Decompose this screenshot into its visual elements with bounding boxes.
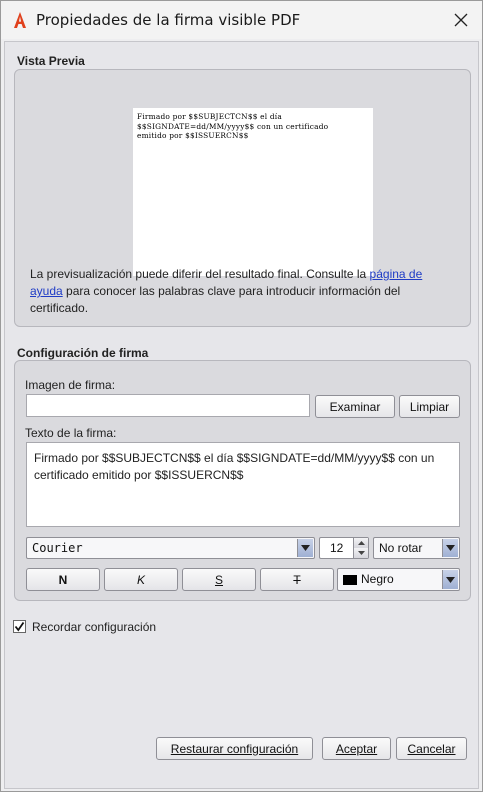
font-select-value: Courier: [32, 541, 83, 555]
spinner-down-icon[interactable]: [353, 548, 368, 558]
preview-line: $$SIGNDATE=dd/MM/yyyy$$ con un certifica…: [137, 121, 329, 131]
restore-button[interactable]: Restaurar configuración: [156, 737, 313, 760]
chevron-down-icon: [297, 539, 313, 557]
config-section-title: Configuración de firma: [17, 346, 149, 360]
color-select[interactable]: Negro: [337, 568, 460, 591]
remember-checkbox[interactable]: [13, 620, 26, 633]
font-size-value: 12: [330, 541, 344, 555]
restore-button-label: Restaurar configuración: [170, 741, 299, 756]
dialog-content: Vista Previa Firmado por $$SUBJECTCN$$ e…: [4, 41, 479, 789]
remember-label: Recordar configuración: [32, 620, 157, 634]
image-path-input[interactable]: [26, 394, 310, 417]
info-text-end: para conocer las palabras clave para int…: [30, 284, 401, 315]
signature-text-label: Texto de la firma:: [25, 426, 117, 440]
rotation-select[interactable]: No rotar: [373, 537, 460, 559]
rotation-select-value: No rotar: [379, 541, 423, 555]
accept-button-label: Aceptar: [335, 741, 378, 756]
preview-line: emitido por $$ISSUERCN$$: [137, 131, 249, 140]
preview-info-text: La previsualización puede diferir del re…: [30, 266, 450, 317]
italic-button[interactable]: K: [104, 568, 178, 591]
window-title: Propiedades de la firma visible PDF: [36, 11, 301, 29]
clear-button[interactable]: Limpiar: [399, 395, 460, 418]
acrobat-icon: [14, 12, 26, 28]
signature-text-area[interactable]: Firmado por $$SUBJECTCN$$ el día $$SIGND…: [26, 442, 460, 527]
color-swatch: [343, 575, 357, 585]
preview-line: Firmado por $$SUBJECTCN$$ el día: [137, 112, 282, 121]
preview-group: Firmado por $$SUBJECTCN$$ el día $$SIGND…: [14, 69, 471, 327]
chevron-down-icon: [442, 539, 458, 557]
browse-button[interactable]: Examinar: [315, 395, 395, 418]
cancel-button[interactable]: Cancelar: [396, 737, 467, 760]
info-text-start: La previsualización puede diferir del re…: [30, 267, 370, 281]
accept-button[interactable]: Aceptar: [322, 737, 391, 760]
preview-section-title: Vista Previa: [17, 54, 85, 68]
color-select-value: Negro: [361, 572, 394, 586]
signature-preview: Firmado por $$SUBJECTCN$$ el día $$SIGND…: [133, 108, 373, 276]
spinner-up-icon[interactable]: [353, 538, 368, 548]
close-icon: [454, 13, 468, 27]
title-bar: Propiedades de la firma visible PDF: [1, 1, 482, 39]
checkmark-icon: [14, 621, 25, 632]
strikethrough-button[interactable]: T: [260, 568, 334, 591]
bold-button[interactable]: N: [26, 568, 100, 591]
cancel-button-label: Cancelar: [407, 741, 456, 756]
underline-button[interactable]: S: [182, 568, 256, 591]
font-select[interactable]: Courier: [26, 537, 315, 559]
dialog-window: Propiedades de la firma visible PDF Vist…: [0, 0, 483, 792]
chevron-down-icon: [442, 570, 458, 589]
image-label: Imagen de firma:: [25, 378, 116, 392]
font-size-spinner[interactable]: 12: [319, 537, 369, 559]
close-button[interactable]: [450, 9, 472, 31]
